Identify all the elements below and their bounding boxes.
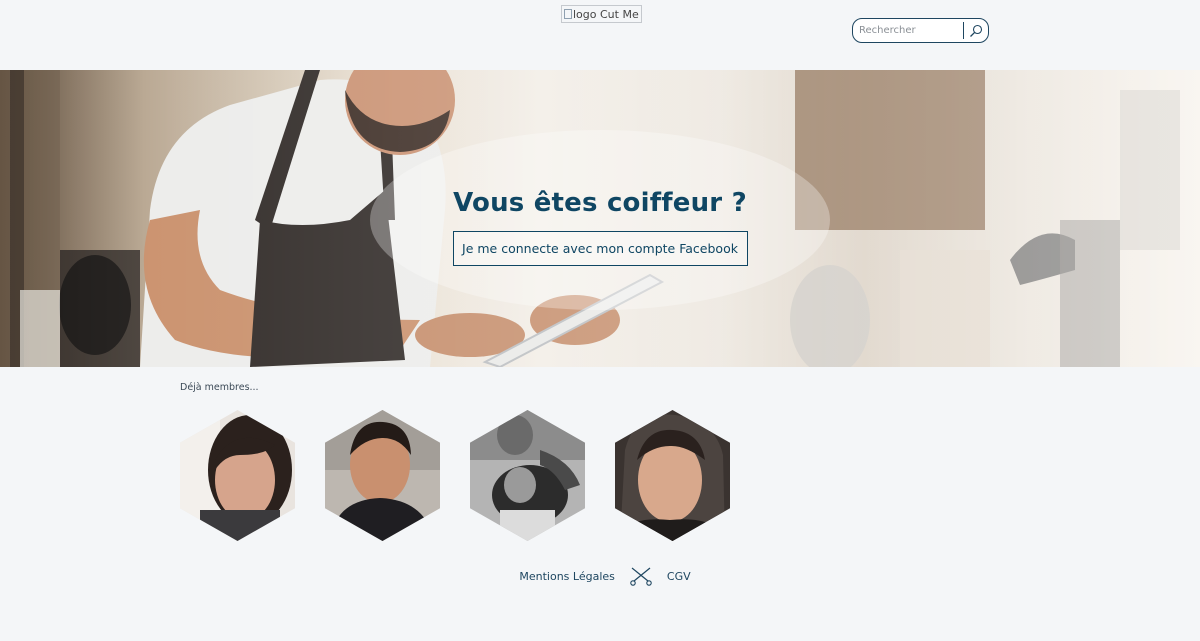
hero-title: Vous êtes coiffeur ? <box>453 188 747 218</box>
footer: Mentions Légales CGV <box>0 566 1200 586</box>
member-photo <box>615 410 730 541</box>
broken-image-icon <box>564 9 572 19</box>
logo-alt-text: logo Cut Me Go <box>573 7 641 21</box>
search-box <box>852 18 989 43</box>
members-label: Déjà membres... <box>180 382 259 393</box>
member-photo <box>325 410 440 541</box>
logo[interactable]: logo Cut Me Go <box>561 5 642 23</box>
cgv-link[interactable]: CGV <box>667 570 691 583</box>
search-icon <box>970 24 983 37</box>
hero-banner: Vous êtes coiffeur ? Je me connecte avec… <box>0 70 1200 367</box>
member-photo <box>470 410 585 541</box>
search-button[interactable] <box>964 19 988 42</box>
member-photo <box>180 410 295 541</box>
member-avatar-1[interactable] <box>180 410 295 541</box>
search-input[interactable] <box>853 20 963 41</box>
header: logo Cut Me Go <box>0 0 1200 70</box>
hero-content: Vous êtes coiffeur ? Je me connecte avec… <box>0 188 1200 266</box>
member-avatar-4[interactable] <box>615 410 730 541</box>
scissors-icon <box>630 567 652 586</box>
member-avatar-2[interactable] <box>325 410 440 541</box>
legal-link[interactable]: Mentions Légales <box>519 570 615 583</box>
member-avatar-3[interactable] <box>470 410 585 541</box>
facebook-login-button[interactable]: Je me connecte avec mon compte Facebook <box>452 231 748 266</box>
members-list <box>180 410 730 541</box>
